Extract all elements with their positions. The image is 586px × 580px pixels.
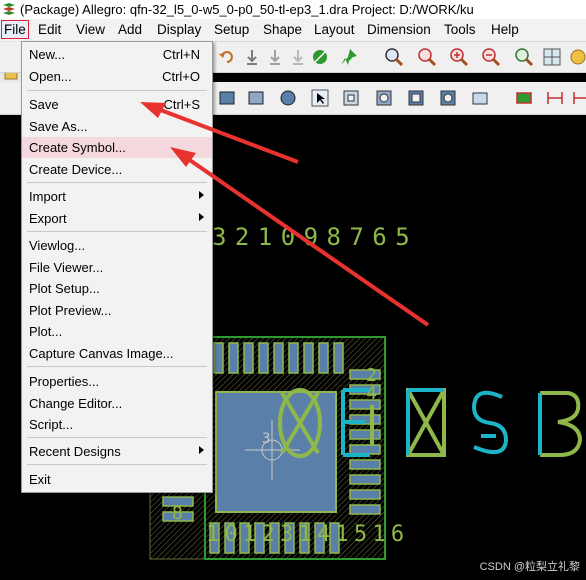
shape-edit-icon[interactable] (339, 86, 363, 110)
shape-delete-icon[interactable] (468, 86, 492, 110)
submenu-arrow-icon (199, 191, 204, 199)
menu-item-create-symbol-label: Create Symbol... (29, 140, 126, 155)
menu-separator (27, 182, 207, 183)
pin-icon[interactable] (337, 45, 361, 69)
menu-item-plot-preview[interactable]: Plot Preview... (22, 300, 212, 321)
menu-item-properties-label: Properties... (29, 374, 100, 389)
menu-add[interactable]: Add (118, 22, 142, 37)
menu-item-exit-label: Exit (29, 472, 51, 487)
circle-shape-icon[interactable] (276, 86, 300, 110)
menu-item-new[interactable]: New... Ctrl+N (22, 44, 212, 65)
menu-separator (27, 366, 207, 367)
menu-item-new-label: New... (29, 47, 66, 62)
allegro-app-icon (3, 3, 15, 15)
menu-item-plot-preview-label: Plot Preview... (29, 303, 112, 318)
undo-icon[interactable] (215, 45, 239, 69)
menu-item-create-device-label: Create Device... (29, 162, 123, 177)
menu-item-viewlog[interactable]: Viewlog... (22, 235, 212, 256)
menu-item-save-label: Save (29, 97, 59, 112)
menu-item-recent-designs-label: Recent Designs (29, 444, 121, 459)
zoom-window-icon[interactable] (415, 45, 439, 69)
menu-item-capture-canvas-image-label: Capture Canvas Image... (29, 346, 174, 361)
menu-item-capture-canvas-image[interactable]: Capture Canvas Image... (22, 343, 212, 364)
submenu-arrow-icon (199, 446, 204, 454)
menu-shape[interactable]: Shape (263, 22, 302, 37)
down-arrow-3-icon[interactable] (286, 45, 310, 69)
menu-view[interactable]: View (76, 22, 105, 37)
down-arrow-icon[interactable] (240, 45, 264, 69)
menu-help[interactable]: Help (491, 22, 519, 37)
menu-item-exit[interactable]: Exit (22, 469, 212, 490)
menu-item-save-as-label: Save As... (29, 119, 88, 134)
menu-item-import[interactable]: Import (22, 186, 212, 207)
menu-item-open-label: Open... (29, 69, 72, 84)
menu-item-plot-setup[interactable]: Plot Setup... (22, 278, 212, 299)
menu-separator (27, 90, 207, 91)
center-marker: 3 (262, 431, 271, 447)
zoom-fit-icon[interactable] (382, 45, 406, 69)
menu-item-file-viewer[interactable]: File Viewer... (22, 257, 212, 278)
rect-outline-icon[interactable] (244, 86, 268, 110)
zoom-out-icon[interactable] (479, 45, 503, 69)
zoom-previous-icon[interactable] (512, 45, 536, 69)
menu-item-properties[interactable]: Properties... (22, 371, 212, 392)
right-pin-number-2: 4 (366, 383, 377, 404)
menu-layout[interactable]: Layout (314, 22, 355, 37)
watermark: CSDN @粒梨立礼黎 (479, 561, 580, 573)
menu-item-recent-designs[interactable]: Recent Designs (22, 441, 212, 462)
menu-bar: File Edit View Add Display Setup Shape L… (0, 19, 586, 42)
shape-void-icon[interactable] (404, 86, 428, 110)
menu-item-viewlog-label: Viewlog... (29, 238, 86, 253)
menu-file[interactable]: File (1, 20, 29, 39)
title-bar: (Package) Allegro: qfn-32_l5_0-w5_0-p0_5… (0, 0, 586, 19)
dimension-icon[interactable] (543, 86, 567, 110)
refresh-icon[interactable] (566, 45, 586, 69)
file-menu-dropdown: New... Ctrl+N Open... Ctrl+O Save Ctrl+S… (21, 41, 213, 493)
menu-item-plot[interactable]: Plot... (22, 321, 212, 342)
menu-item-export-label: Export (29, 211, 67, 226)
top-pin-numbers: 3 2 1 0 9 8 7 6 5 (212, 223, 410, 251)
top-pads (213, 342, 344, 374)
menu-tools[interactable]: Tools (444, 22, 476, 37)
menu-item-create-symbol[interactable]: Create Symbol... (22, 137, 212, 158)
menu-item-create-device[interactable]: Create Device... (22, 159, 212, 180)
menu-item-change-editor-label: Change Editor... (29, 396, 123, 411)
shape-circle-void-icon[interactable] (436, 86, 460, 110)
zoom-in-icon[interactable] (447, 45, 471, 69)
window-title: (Package) Allegro: qfn-32_l5_0-w5_0-p0_5… (20, 2, 474, 17)
menu-item-export[interactable]: Export (22, 208, 212, 229)
menu-item-open[interactable]: Open... Ctrl+O (22, 66, 212, 87)
menu-item-script-label: Script... (29, 417, 74, 432)
left-pin-number: 8 (172, 503, 183, 524)
menu-item-save-as[interactable]: Save As... (22, 116, 212, 137)
menu-separator (27, 464, 207, 465)
menu-item-import-label: Import (29, 189, 66, 204)
down-arrow-2-icon[interactable] (263, 45, 287, 69)
submenu-arrow-icon (199, 213, 204, 221)
shape-merge-icon[interactable] (372, 86, 396, 110)
select-cursor-icon[interactable] (308, 86, 332, 110)
menu-separator (27, 231, 207, 232)
green-leaf-icon[interactable] (308, 45, 332, 69)
menu-item-save[interactable]: Save Ctrl+S (22, 94, 212, 115)
menu-dimension[interactable]: Dimension (367, 22, 431, 37)
dimension-2-icon[interactable] (568, 86, 586, 110)
menu-display[interactable]: Display (157, 22, 201, 37)
menu-separator (27, 437, 207, 438)
menu-item-save-shortcut: Ctrl+S (163, 97, 200, 112)
menu-edit[interactable]: Edit (38, 22, 61, 37)
zoom-grid-icon[interactable] (540, 45, 564, 69)
menu-item-plot-label: Plot... (29, 324, 63, 339)
component-icon[interactable] (512, 86, 536, 110)
menu-item-new-shortcut: Ctrl+N (162, 47, 200, 62)
menu-setup[interactable]: Setup (214, 22, 249, 37)
menu-item-script[interactable]: Script... (22, 414, 212, 435)
menu-item-change-editor[interactable]: Change Editor... (22, 393, 212, 414)
menu-item-file-viewer-label: File Viewer... (29, 260, 104, 275)
menu-item-plot-setup-label: Plot Setup... (29, 281, 100, 296)
menu-item-open-shortcut: Ctrl+O (162, 69, 200, 84)
rect-shape-icon[interactable] (215, 86, 239, 110)
bottom-pin-numbers: 1 0 1 2 3 1 4 1 5 1 6 (206, 522, 404, 547)
